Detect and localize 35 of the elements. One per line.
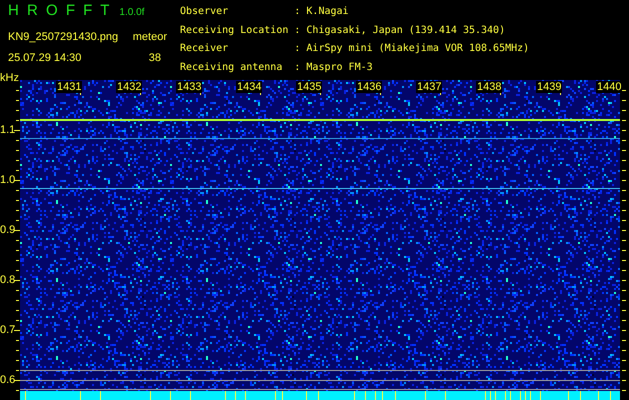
info-label: Receiving Location [180, 24, 288, 38]
time-label: 1440 [596, 81, 622, 93]
info-value: AirSpy mini (Miakejima VOR 108.65MHz) [306, 43, 530, 56]
axis-label: 1.0 [0, 174, 16, 186]
info-value: Chigasaki, Japan (139.414 35.340) [306, 24, 506, 38]
time-label: 1436 [356, 81, 382, 93]
version-text: 1.0.0f [119, 6, 144, 20]
time-label: 1435 [296, 81, 322, 93]
time-label: 1433 [176, 81, 202, 93]
time-label: 1431 [56, 81, 82, 93]
timestamp: 25.07.29 14:30 [8, 51, 82, 66]
separator: : [294, 6, 300, 19]
time-label: 1432 [116, 81, 142, 93]
separator: : [294, 62, 300, 74]
file-name: KN9_2507291430.png [8, 31, 118, 44]
separator: : [294, 43, 300, 56]
info-value: K.Nagai [306, 6, 350, 19]
info-value: Maspro FM-3 [306, 62, 374, 74]
axis-label: 0.7 [0, 324, 16, 336]
detector-label: meteor [132, 31, 167, 44]
axis-unit: kHz [0, 72, 19, 84]
separator: : [294, 24, 300, 38]
time-label: 1439 [536, 81, 562, 93]
detection-count: 38 [148, 51, 161, 66]
time-label: 1437 [416, 81, 442, 93]
info-label: Receiver [180, 43, 230, 56]
axis-label: 1.1 [0, 124, 16, 136]
axis-label: 0.6 [0, 374, 16, 386]
info-label: Receiving antenna [180, 62, 284, 74]
app-title: H R O F F T [8, 2, 112, 20]
info-label: Observer [180, 6, 230, 19]
time-label: 1434 [236, 81, 262, 93]
axis-label: 0.8 [0, 274, 16, 286]
time-label: 1438 [476, 81, 502, 93]
axis-label: 0.9 [0, 224, 16, 236]
